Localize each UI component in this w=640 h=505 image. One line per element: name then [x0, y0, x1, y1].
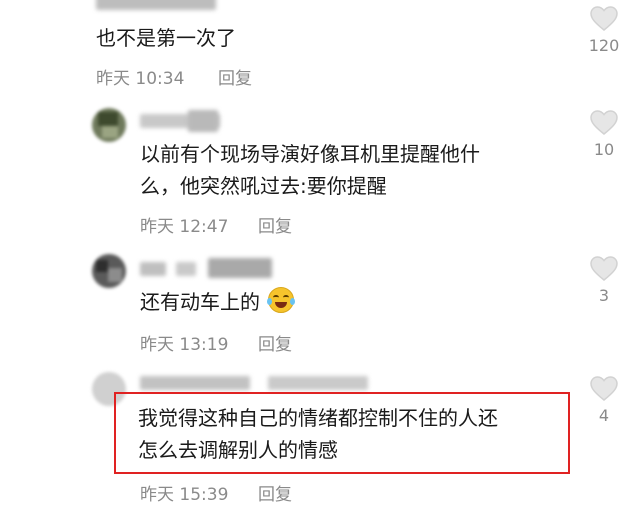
- comment-3-like-count: 3: [598, 286, 610, 305]
- username-blurred: [140, 262, 166, 276]
- heart-outline-icon: [590, 6, 618, 31]
- comment-2-reply-button[interactable]: 回复: [258, 212, 292, 237]
- heart-outline-icon: [590, 110, 618, 135]
- comment-4-like-count: 4: [598, 406, 610, 425]
- comment-4-time: 昨天 15:39: [140, 485, 229, 505]
- avatar: [92, 108, 126, 142]
- comment-2-text-line-2: 么，他突然吼过去:要你提醒: [140, 174, 387, 198]
- comment-3-reply-button[interactable]: 回复: [258, 330, 292, 355]
- username-blurred: [176, 262, 196, 276]
- heart-outline-icon: [590, 256, 618, 281]
- comment-1-like-button[interactable]: 120: [584, 6, 624, 55]
- comment-1-like-count: 120: [588, 36, 620, 55]
- comment-2-like-count: 10: [593, 140, 615, 159]
- comment-2-text-line-1: 以前有个现场导演好像耳机里提醒他什: [140, 142, 480, 166]
- comment-3-time: 昨天 13:19: [140, 335, 229, 355]
- comment-2-time: 昨天 12:47: [140, 217, 229, 237]
- comment-4-text-line-1: 我觉得这种自己的情绪都控制不住的人还: [138, 406, 498, 430]
- comment-1-text-line-1: 也不是第一次了: [96, 26, 236, 50]
- comment-4-like-button[interactable]: 4: [584, 376, 624, 425]
- username-blurred: [140, 376, 250, 390]
- comment-1-time: 昨天 10:34: [96, 69, 185, 89]
- username-blurred: [188, 110, 218, 132]
- avatar: [92, 254, 126, 288]
- username-blurred: [268, 376, 368, 390]
- comment-4-text-line-2: 怎么去调解别人的情感: [138, 438, 338, 462]
- comment-1-reply-button[interactable]: 回复: [218, 64, 252, 89]
- laughing-crying-emoji-icon: [267, 287, 295, 313]
- heart-outline-icon: [590, 376, 618, 401]
- comment-3-text: 还有动车上的: [140, 290, 260, 314]
- comment-3-like-button[interactable]: 3: [584, 256, 624, 305]
- username-blurred: [96, 0, 216, 10]
- comment-4-reply-button[interactable]: 回复: [258, 480, 292, 505]
- username-blurred: [208, 258, 272, 278]
- comment-2-like-button[interactable]: 10: [584, 110, 624, 159]
- comment-3-text-line-1: 还有动车上的: [140, 286, 295, 318]
